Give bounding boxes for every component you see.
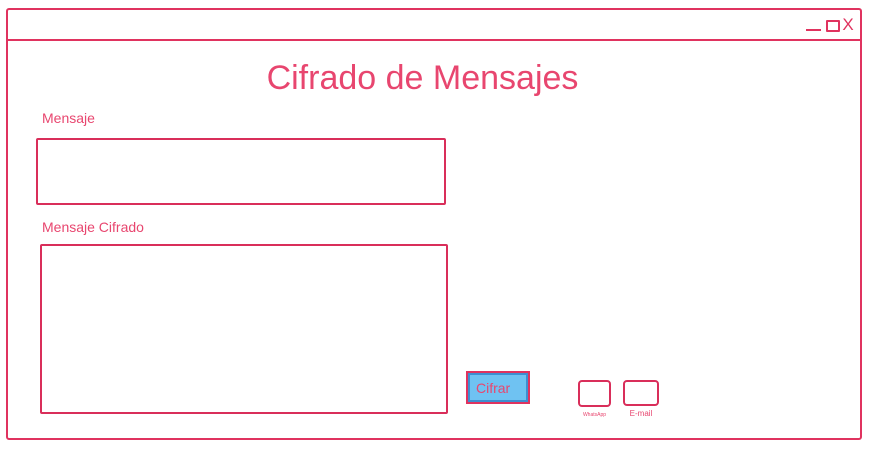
- message-input[interactable]: [36, 138, 446, 205]
- email-button[interactable]: [623, 380, 659, 406]
- window-controls: X: [806, 14, 854, 36]
- minimize-icon[interactable]: [806, 16, 822, 34]
- message-label: Mensaje: [42, 110, 95, 126]
- share-whatsapp: WhatsApp: [578, 380, 611, 418]
- page-title: Cifrado de Mensajes: [0, 58, 871, 98]
- title-bar: X: [8, 10, 860, 41]
- email-label: E-mail: [629, 409, 653, 418]
- cipher-message-output[interactable]: [40, 244, 448, 414]
- maximize-icon[interactable]: [824, 16, 840, 34]
- whatsapp-label: WhatsApp: [582, 412, 607, 418]
- encrypt-button[interactable]: Cifrar: [466, 371, 530, 404]
- cipher-message-label: Mensaje Cifrado: [42, 219, 144, 235]
- share-email: E-mail: [623, 380, 659, 418]
- whatsapp-button[interactable]: [578, 380, 611, 407]
- page-title-text: Cifrado de Mensajes: [266, 59, 579, 97]
- close-icon[interactable]: X: [842, 16, 854, 34]
